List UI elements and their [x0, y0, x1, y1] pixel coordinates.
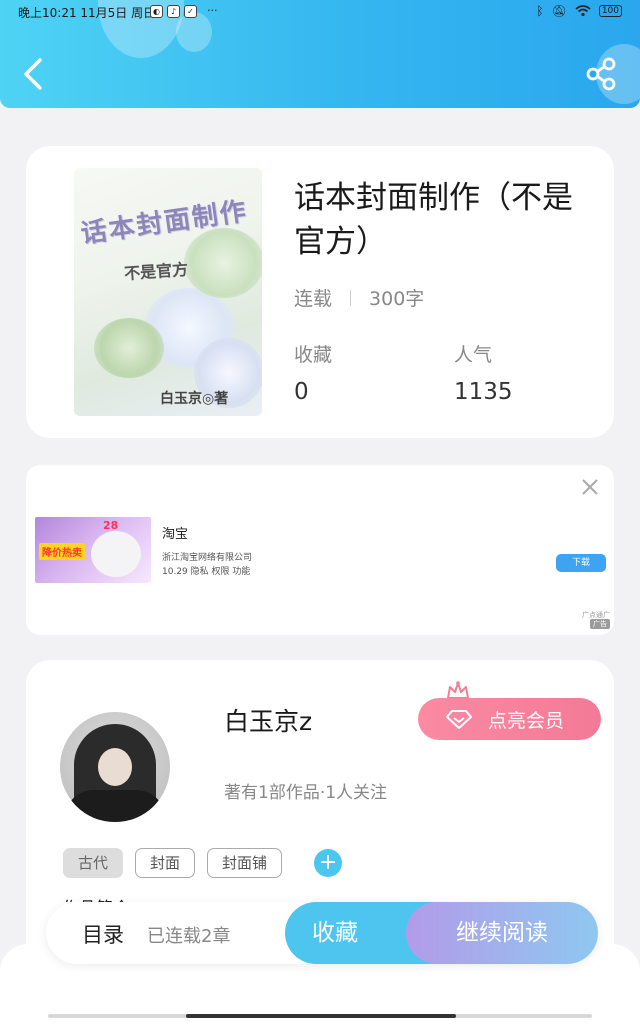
home-indicator-bar	[186, 1014, 456, 1018]
notification-app-icon: ✓	[184, 5, 197, 18]
ad-banner[interactable]: 28 降价热卖 淘宝 浙江淘宝网络有限公司 10.29 隐私 权限 功能 下载 …	[26, 465, 614, 635]
tag-chip[interactable]: 古代	[63, 848, 124, 878]
ad-app-name: 淘宝	[162, 527, 189, 542]
bluetooth-icon: ᛒ	[536, 4, 544, 18]
share-icon	[586, 57, 616, 91]
diamond-icon	[446, 710, 472, 729]
ad-label: 广点通广 广告	[582, 611, 610, 629]
book-word-count: 300字	[369, 288, 425, 310]
meta-divider	[350, 289, 352, 306]
intro-heading: 作品简介	[62, 894, 130, 902]
home-indicator	[48, 1014, 592, 1018]
back-button[interactable]	[18, 54, 52, 94]
notification-app-icon: ♪	[167, 5, 180, 18]
ad-image-tag: 降价热卖	[39, 543, 85, 560]
book-meta: 连载 300字	[294, 284, 424, 311]
status-time: 晚上10:21 11月5日 周日	[18, 6, 156, 20]
cover-subtitle-art: 不是官方	[123, 259, 189, 284]
book-title: 话本封面制作（不是官方）	[294, 180, 573, 260]
ad-company: 浙江淘宝网络有限公司	[162, 553, 253, 563]
author-stats: 著有1部作品·1人关注	[224, 783, 388, 803]
vip-button[interactable]: 点亮会员	[418, 698, 601, 740]
ad-source: 广点通广	[582, 611, 610, 619]
bottom-action-bar: 目录 已连载2章 收藏 继续阅读	[46, 902, 598, 964]
tag-chip[interactable]: 封面铺	[207, 848, 283, 878]
status-app-icons: ◐ ♪ ✓ ···	[150, 5, 218, 18]
ad-close-button[interactable]	[580, 477, 600, 497]
ad-tag: 广告	[590, 619, 610, 629]
avatar-body	[64, 790, 166, 822]
avatar-face	[98, 748, 132, 786]
status-bar: 晚上10:21 11月5日 周日 ◐ ♪ ✓ ··· ᛒ 🔕︎ 100	[0, 0, 640, 24]
tag-list: 古代 封面 封面铺 +	[63, 848, 343, 878]
ad-info: 10.29 隐私 权限 功能	[162, 567, 251, 577]
app-header: 晚上10:21 11月5日 周日 ◐ ♪ ✓ ··· ᛒ 🔕︎ 100	[0, 0, 640, 108]
favorites-stat: 收藏 0	[294, 340, 332, 405]
plus-icon[interactable]: +	[314, 849, 343, 877]
close-icon	[582, 479, 598, 495]
back-arrow-icon	[24, 58, 42, 90]
share-button[interactable]	[582, 54, 622, 94]
battery-icon: 100	[598, 5, 622, 17]
cover-flower-decor	[184, 228, 262, 298]
author-name[interactable]: 白玉京z	[224, 702, 312, 738]
popularity-stat: 人气 1135	[454, 340, 513, 405]
cover-flower-decor	[94, 318, 164, 378]
favorites-label: 收藏	[294, 344, 333, 366]
wifi-icon	[575, 5, 591, 17]
popularity-label: 人气	[454, 344, 493, 366]
more-notifications-icon: ···	[207, 4, 218, 17]
avatar[interactable]	[60, 712, 170, 822]
status-right: ᛒ 🔕︎ 100	[536, 4, 622, 18]
ad-image-product	[91, 531, 141, 577]
toc-button[interactable]: 目录	[82, 919, 124, 949]
ad-download-button[interactable]: 下载	[556, 554, 606, 572]
chapters-count[interactable]: 已连载2章	[147, 922, 230, 948]
vip-label: 点亮会员	[488, 709, 565, 732]
cover-author-art: 白玉京◎著	[160, 391, 229, 407]
book-cover[interactable]: 话本封面制作 不是官方 白玉京◎著	[74, 168, 262, 416]
book-status: 连载	[294, 288, 333, 310]
ad-image[interactable]: 28 降价热卖	[35, 517, 151, 583]
continue-reading-button[interactable]: 继续阅读	[406, 902, 598, 964]
book-info-card: 话本封面制作 不是官方 白玉京◎著 话本封面制作（不是官方） 连载 300字 收…	[26, 146, 614, 438]
popularity-value: 1135	[454, 379, 513, 405]
notification-app-icon: ◐	[150, 5, 163, 18]
mute-icon: 🔕︎	[551, 4, 567, 18]
tag-chip[interactable]: 封面	[135, 848, 196, 878]
favorites-value: 0	[294, 379, 309, 405]
